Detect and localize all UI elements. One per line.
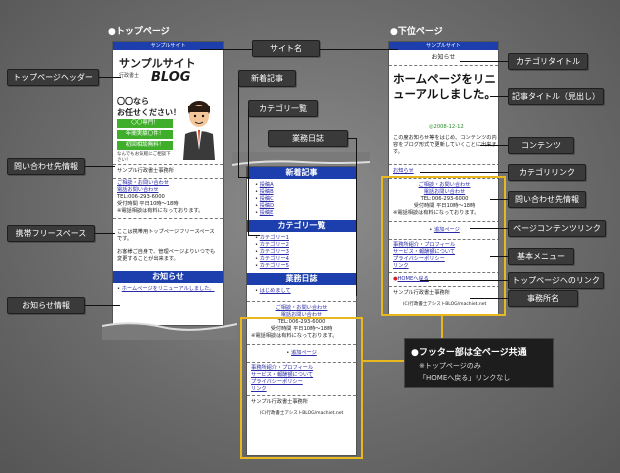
category-item[interactable]: カテゴリー1 bbox=[260, 235, 289, 241]
label-basic-menu: 基本メニュー bbox=[508, 248, 574, 265]
sub-category-title: お知らせ bbox=[431, 54, 456, 61]
free-space-text-1: ここは携帯用トップページフリースペースです。 bbox=[117, 229, 215, 242]
top-hours: 受付時間 平日10時〜18時 bbox=[117, 201, 179, 207]
logo-line2: BLOG bbox=[151, 70, 191, 85]
label-office-name: 事務所名 bbox=[508, 290, 578, 307]
mid-footer-highlight bbox=[240, 317, 363, 459]
free-space-text-2: お客様ご自身で、管理ページよりいつでも変更することが出来ます。 bbox=[117, 249, 216, 262]
label-top-link: トップページへのリンク bbox=[508, 272, 604, 289]
label-category-list: カテゴリ一覧 bbox=[248, 100, 318, 117]
diary-item-link[interactable]: はじめまして bbox=[260, 288, 291, 294]
mid-contact-link[interactable]: ご相談・お問い合わせ bbox=[276, 305, 328, 311]
new-article-item[interactable]: 投稿E bbox=[260, 210, 274, 216]
new-article-item[interactable]: 投稿D bbox=[260, 203, 274, 209]
sub-site-name-bar: サンプルサイト bbox=[389, 42, 498, 50]
notice-heading: お知らせ bbox=[113, 271, 223, 283]
common-footer-callout: ●フッター部は全ページ共通 ※トップページのみ 「HOMEへ戻る」リンクなし bbox=[404, 338, 554, 388]
torn-edge-top bbox=[102, 318, 237, 340]
label-top-header: トップページヘッダー bbox=[7, 69, 99, 86]
banner-button-3: 初回相談無料！ bbox=[117, 141, 173, 150]
label-category-link: カテゴリリンク bbox=[508, 164, 586, 181]
label-free-space: 携帯フリースペース bbox=[7, 225, 95, 242]
callout-note-1: ※トップページのみ bbox=[419, 362, 481, 370]
banner-note: なんでもお気軽にご相談下さい！ bbox=[117, 152, 171, 163]
sub-footer-highlight bbox=[381, 176, 506, 316]
sub-category-link[interactable]: お知らせ bbox=[393, 168, 414, 174]
top-page-phone: サンプルサイト サンプルサイト 行政書士 BLOG 〇〇なら お任せください！ … bbox=[112, 41, 224, 326]
category-item[interactable]: カテゴリー3 bbox=[260, 249, 289, 255]
sub-page-section-title: ●下位ページ bbox=[390, 27, 443, 37]
diagram-canvas: ●トップページ ●下位ページ サンプルサイト サンプルサイト 行政書士 BLOG… bbox=[0, 0, 620, 473]
work-diary-heading: 業務日誌 bbox=[247, 273, 356, 285]
category-item[interactable]: カテゴリー2 bbox=[260, 242, 289, 248]
label-article-title: 記事タイトル（見出し） bbox=[508, 88, 604, 105]
top-phone-link[interactable]: 電話お問い合わせ bbox=[117, 187, 159, 193]
callout-title: ●フッター部は全ページ共通 bbox=[411, 348, 527, 358]
top-contact-link[interactable]: ご相談・お問い合わせ bbox=[117, 180, 169, 186]
label-contents: コンテンツ bbox=[508, 137, 574, 154]
category-list-heading: カテゴリ一覧 bbox=[247, 220, 356, 232]
sub-article-title: ホームページをリニューアルしました。 bbox=[393, 72, 496, 101]
top-note: ※電話相談は有料になっております。 bbox=[117, 208, 204, 214]
label-category-title: カテゴリタイトル bbox=[508, 53, 588, 70]
new-article-item[interactable]: 投稿B bbox=[260, 189, 274, 195]
label-contact-info-right: 問い合わせ先情報 bbox=[508, 191, 586, 208]
top-tel: TEL:006-293-6000 bbox=[117, 194, 165, 200]
banner-button-1: 〇〇専門！ bbox=[117, 119, 173, 128]
label-site-name: サイト名 bbox=[252, 40, 320, 57]
new-article-item[interactable]: 投稿A bbox=[260, 182, 274, 188]
label-contact-info: 問い合わせ先情報 bbox=[7, 158, 85, 175]
label-page-content-link: ページコンテンツリンク bbox=[508, 220, 606, 237]
callout-note-2: 「HOMEへ戻る」リンクなし bbox=[419, 374, 511, 382]
label-notice-info: お知らせ情報 bbox=[7, 297, 85, 314]
top-banner: 〇〇なら お任せください！ 〇〇専門！ 年間実績〇件！ 初回相談無料！ なんでも… bbox=[113, 94, 223, 164]
category-item[interactable]: カテゴリー5 bbox=[260, 263, 289, 269]
label-work-diary: 業務日誌 bbox=[268, 130, 348, 147]
logo-line1: サンプルサイト bbox=[119, 57, 196, 70]
banner-line2: お任せください！ bbox=[117, 108, 181, 117]
sub-date: ◎2008-12-12 bbox=[429, 124, 464, 130]
new-article-item[interactable]: 投稿C bbox=[260, 196, 274, 202]
notice-item-link[interactable]: ホームページをリニューアルしました。 bbox=[122, 286, 215, 292]
category-item[interactable]: カテゴリー4 bbox=[260, 256, 289, 262]
top-office-line: サンプル行政書士事務所 bbox=[117, 168, 174, 174]
logo-sub: 行政書士 bbox=[119, 73, 140, 79]
businessman-illustration-icon bbox=[179, 98, 219, 160]
banner-button-2: 年間実績〇件！ bbox=[117, 130, 173, 139]
top-page-section-title: ●トップページ bbox=[108, 27, 170, 37]
label-new-articles: 新着記事 bbox=[238, 70, 296, 87]
banner-line1: 〇〇なら bbox=[117, 97, 149, 106]
top-page-header: サンプルサイト 行政書士 BLOG bbox=[113, 50, 223, 94]
torn-edge-mid bbox=[232, 152, 370, 172]
